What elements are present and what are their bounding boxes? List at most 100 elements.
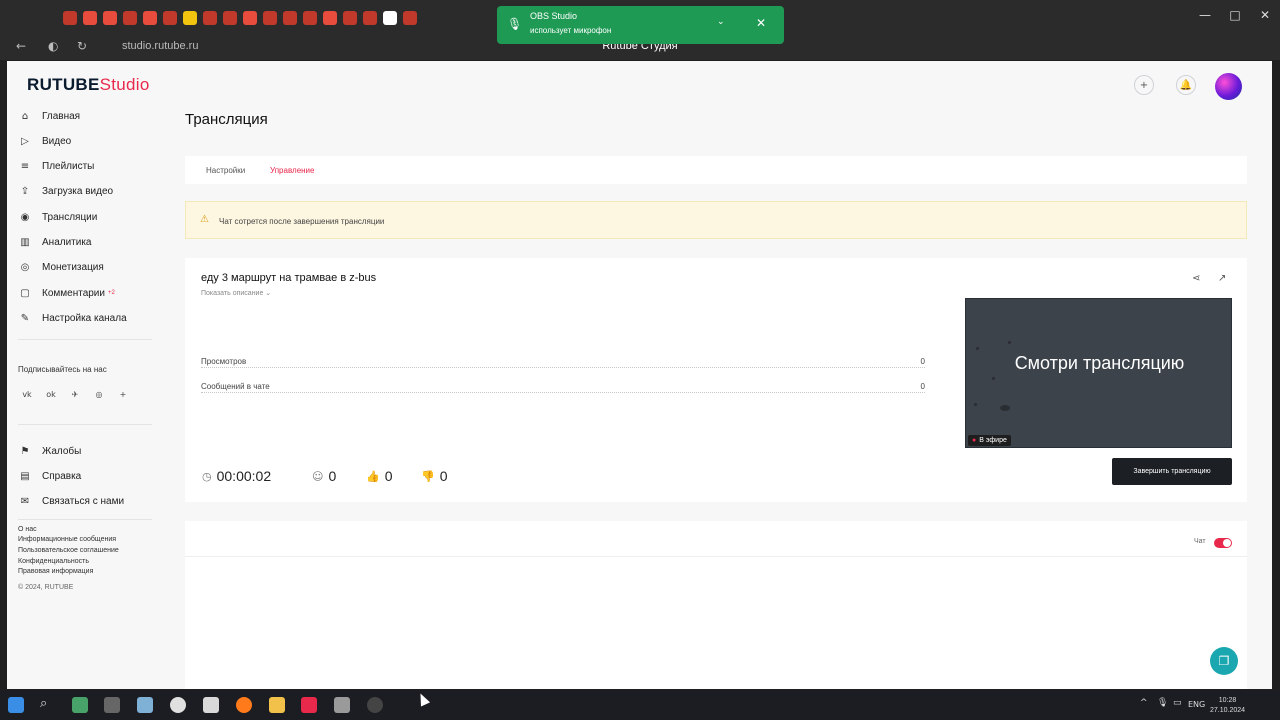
browser-tab-icon[interactable] (383, 11, 397, 25)
avatar[interactable] (1215, 73, 1242, 100)
browser-tab-icon[interactable] (163, 11, 177, 25)
mail-icon: ✉ (20, 496, 30, 508)
sidebar-item-label: Справка (42, 470, 82, 482)
video-icon: ▷ (21, 135, 29, 147)
stream-preview[interactable]: Смотри трансляцию ● В эфире (965, 298, 1232, 448)
browser-tab-icon[interactable] (323, 11, 337, 25)
footer-about[interactable]: О нас (18, 526, 37, 533)
browser-tab-icon[interactable] (183, 11, 197, 25)
sidebar-item-label: Трансляции (42, 211, 98, 223)
minimize-icon[interactable]: — (1190, 0, 1220, 30)
viewers-stat: ☺ 0 (312, 468, 336, 484)
ok-icon[interactable]: ok (43, 386, 59, 402)
footer-privacy[interactable]: Конфиденциальность (18, 558, 89, 565)
app-icon[interactable] (104, 697, 120, 713)
sidebar-item-label: Видео (42, 135, 72, 147)
browser-tab-icon[interactable] (343, 11, 357, 25)
chat-messages-row: Сообщений в чате 0 (201, 382, 925, 393)
language-indicator[interactable]: ENG (1188, 700, 1205, 709)
browser-tab-icon[interactable] (283, 11, 297, 25)
vk-icon[interactable]: vk (19, 386, 35, 402)
flag-icon: ⚑ (20, 445, 30, 457)
browser-tab-icon[interactable] (223, 11, 237, 25)
browser-tabs[interactable] (60, 11, 420, 25)
browser-tab-icon[interactable] (123, 11, 137, 25)
sidebar-item-analytics[interactable]: ▥ Аналитика (18, 233, 91, 253)
browser-tab-icon[interactable] (143, 11, 157, 25)
end-stream-button[interactable]: Завершить трансляцию (1112, 458, 1232, 485)
logo[interactable]: RUTUBEStudio (27, 75, 150, 95)
telegram-icon[interactable]: ✈ (67, 386, 83, 402)
comments-badge: +2 (107, 290, 115, 297)
sidebar-item-settings[interactable]: ✎ Настройка канала (18, 308, 127, 328)
browser-tab-icon[interactable] (243, 11, 257, 25)
broadcast-icon: ◉ (20, 211, 30, 223)
sidebar-item-label: Связаться с нами (42, 496, 125, 508)
notification-message: использует микрофон (530, 26, 612, 35)
views-label: Просмотров (201, 357, 251, 366)
subscribe-label: Подписывайтесь на нас (18, 365, 107, 374)
sidebar-item-flag[interactable]: ⚑ Жалобы (18, 441, 82, 461)
chevron-down-icon[interactable]: ⌄ (717, 17, 725, 27)
app-icon[interactable] (334, 697, 350, 713)
mic-tray-icon[interactable]: 🎙 (1157, 698, 1168, 708)
app-icon[interactable] (72, 697, 88, 713)
show-description-link[interactable]: Показать описание ⌄ (201, 289, 271, 297)
weather-icon[interactable] (137, 697, 153, 713)
home-icon: ⌂ (21, 110, 29, 122)
yandex-browser-icon[interactable] (170, 697, 186, 713)
sidebar-item-video[interactable]: ▷ Видео (18, 131, 71, 151)
share-icon[interactable]: ⋖ (1192, 273, 1200, 284)
footer-info[interactable]: Информационные сообщения (18, 536, 116, 543)
support-chat-button[interactable]: ❐ (1210, 647, 1238, 675)
tray-chevron-icon[interactable]: ^ (1140, 698, 1148, 708)
footer-agreement[interactable]: Пользовательское соглашение (18, 547, 119, 554)
sidebar-item-upload[interactable]: ⇪ Загрузка видео (18, 182, 113, 202)
sidebar-item-broadcast[interactable]: ◉ Трансляции (18, 207, 98, 227)
tab-management[interactable]: Управление (270, 166, 314, 175)
browser-tab-icon[interactable] (103, 11, 117, 25)
likes-value: 0 (384, 468, 393, 484)
rutube-app-icon[interactable] (301, 697, 317, 713)
sidebar-item-home[interactable]: ⌂ Главная (18, 106, 80, 126)
copyright: © 2024, RUTUBE (18, 584, 74, 591)
calculator-icon[interactable] (203, 697, 219, 713)
browser-tab-icon[interactable] (403, 11, 417, 25)
tabs: Настройки Управление (185, 156, 1247, 184)
browser-tab-icon[interactable] (263, 11, 277, 25)
close-window-icon[interactable]: ✕ (1250, 0, 1280, 30)
sidebar-item-label: Настройка канала (42, 312, 127, 324)
clock[interactable]: 10:28 27.10.2024 (1210, 696, 1245, 716)
tab-settings[interactable]: Настройки (206, 166, 245, 175)
browser-tab-icon[interactable] (63, 11, 77, 25)
more-icon[interactable]: + (115, 386, 131, 402)
sidebar-item-mail[interactable]: ✉ Связаться с нами (18, 492, 124, 512)
footer-legal[interactable]: Правовая информация (18, 568, 93, 575)
sidebar-item-playlist[interactable]: ≡ Плейлисты (18, 157, 95, 177)
browser-tab-icon[interactable] (203, 11, 217, 25)
playlist-icon: ≡ (20, 161, 30, 173)
mic-notification[interactable]: 🎙 OBS Studio использует микрофон ⌄ ✕ (497, 6, 784, 44)
chat-toggle[interactable] (1214, 538, 1232, 548)
viber-icon[interactable]: ◎ (91, 386, 107, 402)
open-external-icon[interactable]: ↗ (1218, 273, 1226, 284)
notifications-bell-icon[interactable]: 🔔 (1176, 75, 1196, 95)
maximize-icon[interactable]: □ (1220, 0, 1250, 30)
file-explorer-icon[interactable] (269, 697, 285, 713)
obs-icon[interactable] (367, 697, 383, 713)
windows-start-icon[interactable] (8, 697, 24, 713)
browser-tab-icon[interactable] (363, 11, 377, 25)
firefox-icon[interactable] (236, 697, 252, 713)
search-icon[interactable]: ⌕ (40, 696, 47, 711)
sidebar-item-monetization[interactable]: ◎ Монетизация (18, 258, 104, 278)
browser-tab-icon[interactable] (83, 11, 97, 25)
sidebar-item-comments[interactable]: ▢ Комментарии +2 (18, 283, 115, 303)
stream-card: еду 3 маршрут на трамвае в z-bus Показат… (185, 258, 1247, 502)
chat-messages-label: Сообщений в чате (201, 382, 274, 391)
close-icon[interactable]: ✕ (756, 16, 766, 30)
sidebar-item-book[interactable]: ▤ Справка (18, 466, 81, 486)
browser-tab-icon[interactable] (303, 11, 317, 25)
add-video-icon[interactable]: + (1134, 75, 1154, 95)
network-icon[interactable]: ▭ (1173, 698, 1182, 708)
clock-icon: ◷ (202, 469, 212, 483)
